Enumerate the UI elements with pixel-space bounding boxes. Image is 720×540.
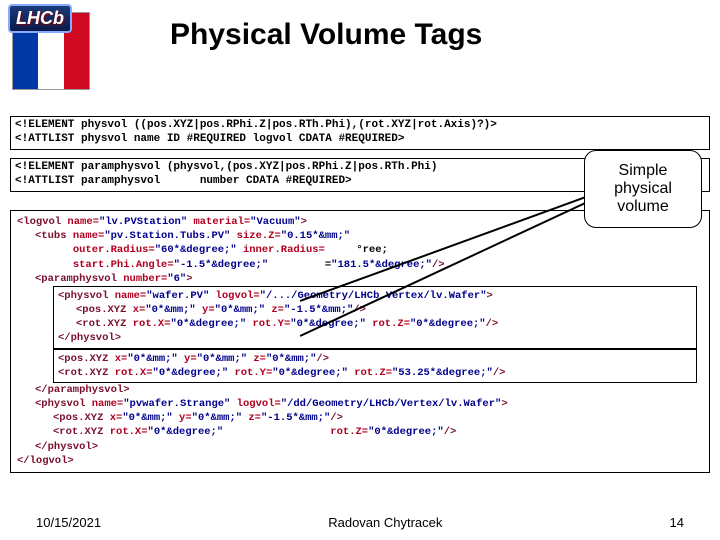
dtd-line: <!ATTLIST paramphysvol number CDATA #REQ… <box>15 175 352 187</box>
callout-box: Simple physical volume <box>584 150 702 228</box>
code-line: </physvol> <box>58 331 692 345</box>
footer-date: 10/15/2021 <box>36 515 101 530</box>
page-title: Physical Volume Tags <box>170 18 482 52</box>
callout-line3: volume <box>617 198 669 216</box>
code-line: </logvol> <box>17 454 703 468</box>
footer-page: 14 <box>670 515 684 530</box>
code-line: <tubs name="pv.Station.Tubs.PV" size.Z="… <box>17 229 703 243</box>
code-line: <physvol name="pvwafer.Strange" logvol="… <box>17 397 703 411</box>
dtd-line: <!ELEMENT physvol ((pos.XYZ|pos.RPhi.Z|p… <box>15 119 497 131</box>
code-line: <rot.XYZ rot.X="0*&degree;" rot.Y="0*&de… <box>58 366 692 380</box>
footer-author: Radovan Chytracek <box>328 515 442 530</box>
posrot-inner-box: <pos.XYZ x="0*&mm;" y="0*&mm;" z="0*&mm;… <box>53 349 697 383</box>
footer: 10/15/2021 Radovan Chytracek 14 <box>0 515 720 530</box>
lhcb-text: LHCb <box>16 8 64 28</box>
lhcb-badge: LHCb <box>8 4 72 33</box>
code-line: <rot.XYZ rot.X="0*&degree;" rot.Y="0*&de… <box>58 317 692 331</box>
callout-line1: Simple <box>619 162 668 180</box>
physvol-inner-box: <physvol name="wafer.PV" logvol="/.../Ge… <box>53 286 697 349</box>
code-line: <pos.XYZ x="0*&mm;" y="0*&mm;" z="-1.5*&… <box>17 411 703 425</box>
code-line: <pos.XYZ x="0*&mm;" y="0*&mm;" z="-1.5*&… <box>58 303 692 317</box>
xml-code-block: <logvol name="lv.PVStation" material="Va… <box>10 210 710 473</box>
code-line: <pos.XYZ x="0*&mm;" y="0*&mm;" z="0*&mm;… <box>58 352 692 366</box>
code-line: </paramphysvol> <box>17 383 703 397</box>
dtd-line: <!ELEMENT paramphysvol (physvol,(pos.XYZ… <box>15 161 437 173</box>
dtd-line: <!ATTLIST physvol name ID #REQUIRED logv… <box>15 133 404 145</box>
dtd-block-physvol: <!ELEMENT physvol ((pos.XYZ|pos.RPhi.Z|p… <box>10 116 710 150</box>
callout-line2: physical <box>614 180 672 198</box>
code-line: <rot.XYZ rot.X="0*&degree;" rot.Z="0*&de… <box>17 425 703 439</box>
code-line: start.Phi.Angle="-1.5*&degree;" ="181.5*… <box>17 258 703 272</box>
code-line: </physvol> <box>17 440 703 454</box>
code-line: outer.Radius="60*&degree;" inner.Radius=… <box>17 243 703 257</box>
